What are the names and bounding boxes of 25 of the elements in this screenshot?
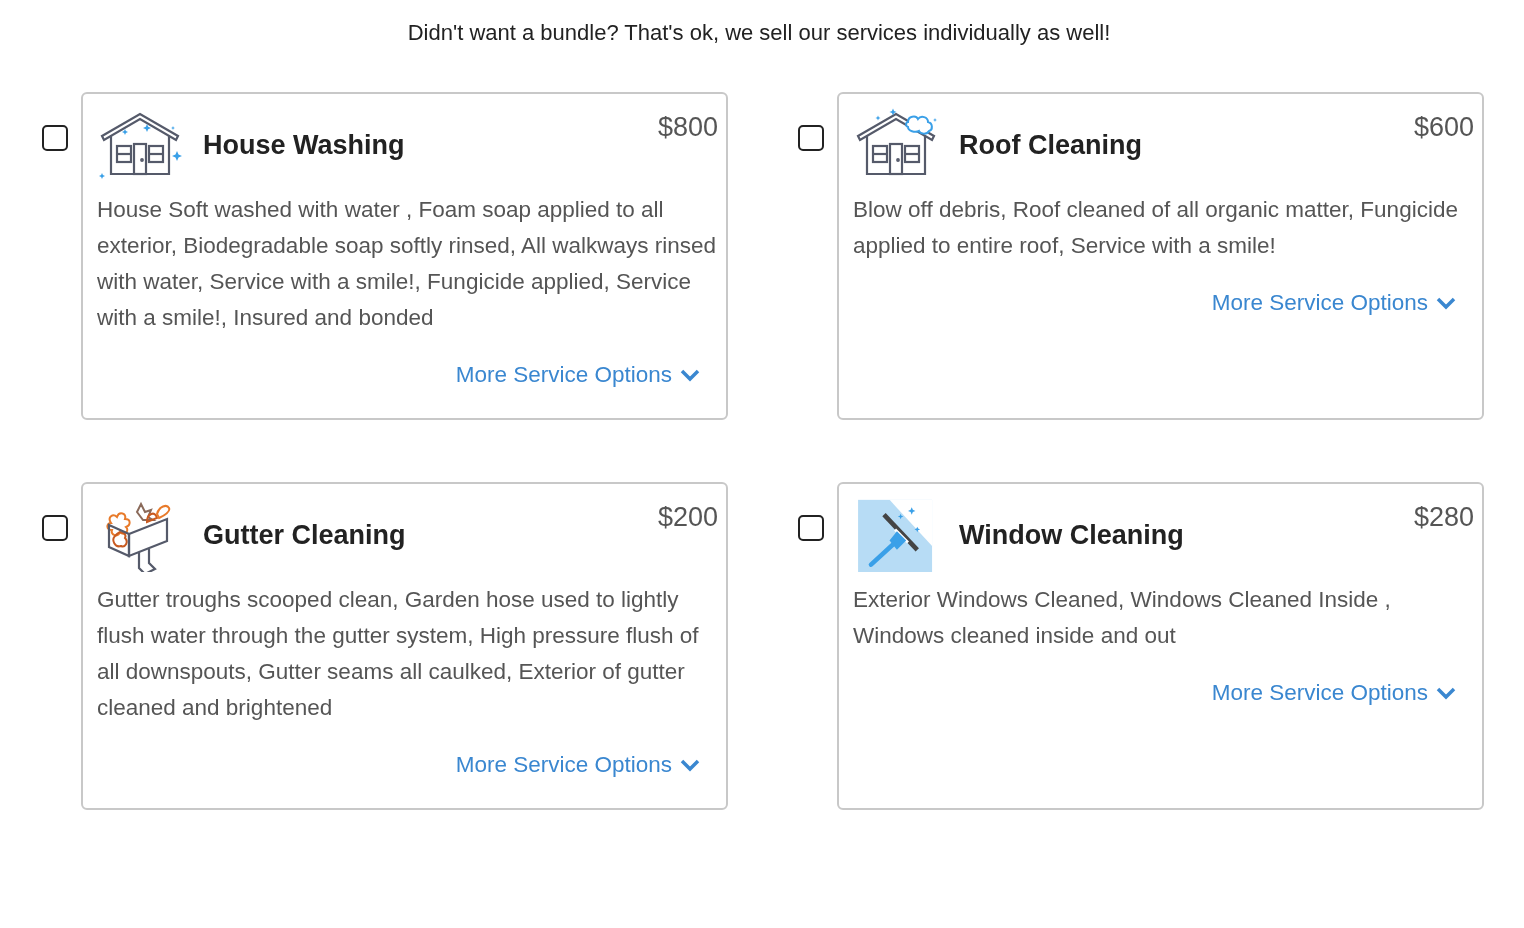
service-price: $200 [657,502,718,533]
service-title: House Washing [203,129,406,161]
more-options-link[interactable]: More Service Options [1211,290,1456,316]
page-heading: Didn't want a bundle? That's ok, we sell our services individually as well! [406,20,1112,46]
service-description: House Soft washed with water , Foam soap applied to all exterior, Biodegradable soap softly rinsed, All walkways rinsed with water, Service with a smile!, Fungicide applied, Service with a smile!, Insured and bonded [97,196,718,332]
service-price: $600 [1413,112,1474,143]
service-description: Blow off debris, Roof cleaned of all organic matter, Fungicide applied to entire roof, Service with a smile! [853,196,1459,260]
service-description: Gutter troughs scooped clean, Garden hose used to lightly flush water through the gutter system, High pressure flush of all downspouts, Gutter seams all caulked, Exterior of gutter cleaned and brightened [97,586,700,722]
service-description: Exterior Windows Cleaned, Windows Cleaned Inside , Windows cleaned inside and out [853,586,1392,650]
chevron-down-icon [680,758,700,772]
more-options-link[interactable]: More Service Options [455,752,700,778]
service-price: $280 [1413,502,1474,533]
chevron-down-icon [680,368,700,382]
chevron-down-icon [1436,296,1456,310]
service-title: Gutter Cleaning [203,519,407,551]
service-checkbox[interactable] [798,515,824,541]
service-checkbox[interactable] [42,125,68,151]
more-options-link[interactable]: More Service Options [1211,680,1456,706]
service-title: Window Cleaning [959,519,1185,551]
service-title: Roof Cleaning [959,129,1143,161]
more-options-link[interactable]: More Service Options [455,362,700,388]
service-price: $800 [657,112,718,143]
chevron-down-icon [1436,686,1456,700]
service-checkbox[interactable] [798,125,824,151]
service-checkbox[interactable] [42,515,68,541]
